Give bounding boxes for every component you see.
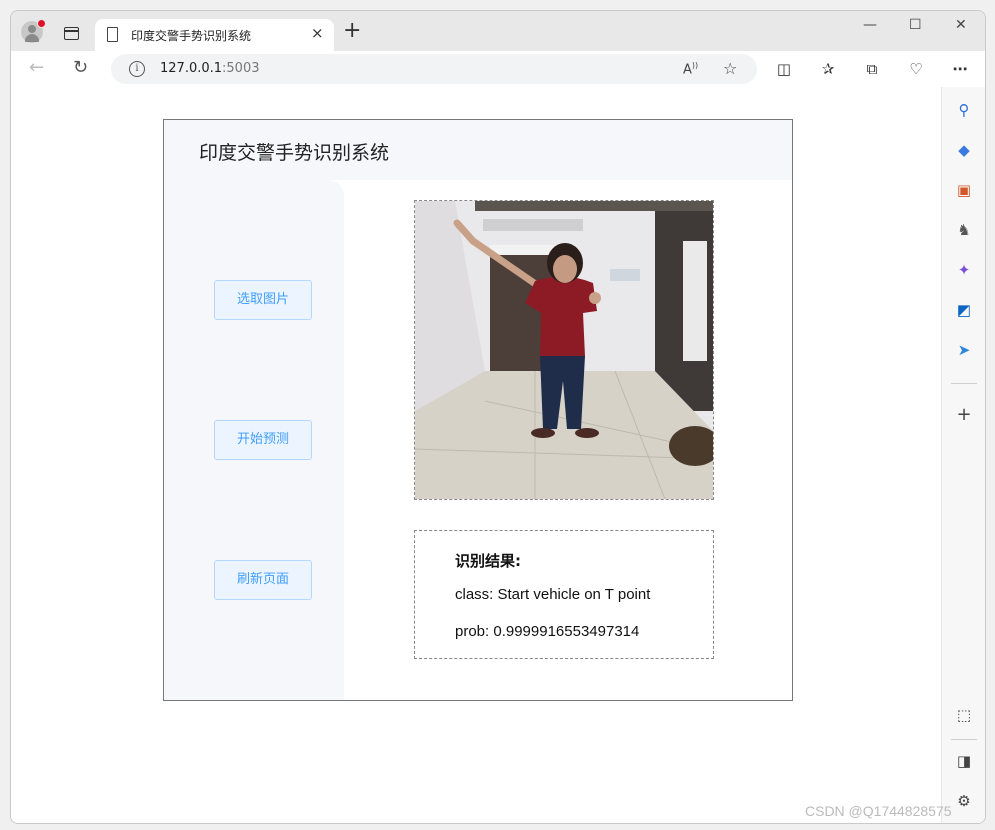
tools-briefcase-icon[interactable]: ▣ bbox=[954, 180, 974, 200]
new-tab-button[interactable]: + bbox=[343, 20, 361, 42]
tab-title: 印度交警手势识别系统 bbox=[131, 29, 252, 43]
uploaded-photo bbox=[415, 201, 713, 499]
result-heading: 识别结果: bbox=[455, 552, 521, 570]
read-aloud-icon[interactable]: A)) bbox=[683, 61, 698, 77]
app-header: 印度交警手势识别系统 bbox=[164, 120, 792, 180]
active-tab[interactable]: 印度交警手势识别系统 × bbox=[95, 19, 334, 51]
more-menu-icon[interactable]: ⋯ bbox=[951, 60, 969, 78]
refresh-icon[interactable]: ↻ bbox=[73, 57, 88, 78]
back-icon[interactable]: ← bbox=[29, 57, 44, 78]
uploaded-image-frame bbox=[414, 200, 714, 500]
address-bar[interactable]: i 127.0.0.1:5003 A)) ☆ bbox=[111, 54, 757, 84]
copilot-icon[interactable]: ✦ bbox=[954, 260, 974, 280]
notification-dot-icon bbox=[37, 19, 46, 28]
address-toolbar: ← ↻ i 127.0.0.1:5003 A)) ☆ ◫ ✰ ⧉ ♡ ⋯ bbox=[11, 51, 985, 87]
url-text[interactable]: 127.0.0.1:5003 bbox=[160, 61, 260, 76]
screenshot-icon[interactable]: ⬚ bbox=[954, 705, 974, 725]
tab-strip: 印度交警手势识别系统 × + — ☐ ✕ bbox=[11, 11, 985, 51]
site-info-icon[interactable]: i bbox=[129, 61, 145, 77]
select-image-button[interactable]: 选取图片 bbox=[214, 280, 312, 320]
refresh-page-button[interactable]: 刷新页面 bbox=[214, 560, 312, 600]
sidebar-divider-bottom bbox=[951, 739, 977, 740]
browser-window: 印度交警手势识别系统 × + — ☐ ✕ ← ↻ i 127.0.0.1:500… bbox=[10, 10, 986, 824]
favorites-icon[interactable]: ✰ bbox=[819, 60, 837, 78]
favorite-star-icon[interactable]: ☆ bbox=[723, 59, 737, 78]
split-screen-icon[interactable]: ◫ bbox=[775, 60, 793, 78]
add-sidebar-app-icon[interactable]: + bbox=[954, 405, 974, 425]
result-class: class: Start vehicle on T point bbox=[455, 586, 651, 603]
tab-actions-icon[interactable] bbox=[64, 27, 79, 40]
page-title: 印度交警手势识别系统 bbox=[199, 142, 390, 164]
games-chess-icon[interactable]: ♞ bbox=[954, 220, 974, 240]
settings-gear-icon[interactable]: ⚙ bbox=[954, 791, 974, 811]
result-panel: 识别结果: class: Start vehicle on T point pr… bbox=[414, 530, 714, 659]
search-icon[interactable]: ⚲ bbox=[954, 100, 974, 120]
app-container: 印度交警手势识别系统 选取图片 开始预测 刷新页面 识别结果: class: S… bbox=[163, 119, 793, 701]
shopping-tag-icon[interactable]: ◆ bbox=[954, 140, 974, 160]
sidebar-divider bbox=[951, 383, 977, 384]
result-probability: prob: 0.9999916553497314 bbox=[455, 623, 640, 640]
minimize-button[interactable]: — bbox=[863, 17, 877, 33]
tab-close-icon[interactable]: × bbox=[311, 24, 324, 42]
profile-avatar[interactable] bbox=[21, 19, 46, 43]
page-icon bbox=[107, 27, 118, 42]
outlook-icon[interactable]: ◩ bbox=[954, 300, 974, 320]
collections-icon[interactable]: ⧉ bbox=[863, 60, 881, 78]
send-icon[interactable]: ➤ bbox=[954, 340, 974, 360]
page-viewport: 印度交警手势识别系统 选取图片 开始预测 刷新页面 识别结果: class: S… bbox=[11, 87, 941, 823]
edge-sidebar: ⚲ ◆ ▣ ♞ ✦ ◩ ➤ + ⬚ ◨ ⚙ bbox=[941, 87, 985, 823]
maximize-button[interactable]: ☐ bbox=[909, 17, 922, 33]
watermark: CSDN @Q1744828575 bbox=[805, 803, 952, 819]
start-predict-button[interactable]: 开始预测 bbox=[214, 420, 312, 460]
browser-essentials-icon[interactable]: ♡ bbox=[907, 60, 925, 78]
side-panel: 选取图片 开始预测 刷新页面 bbox=[164, 180, 344, 700]
close-window-button[interactable]: ✕ bbox=[955, 17, 967, 33]
hide-sidebar-icon[interactable]: ◨ bbox=[954, 751, 974, 771]
